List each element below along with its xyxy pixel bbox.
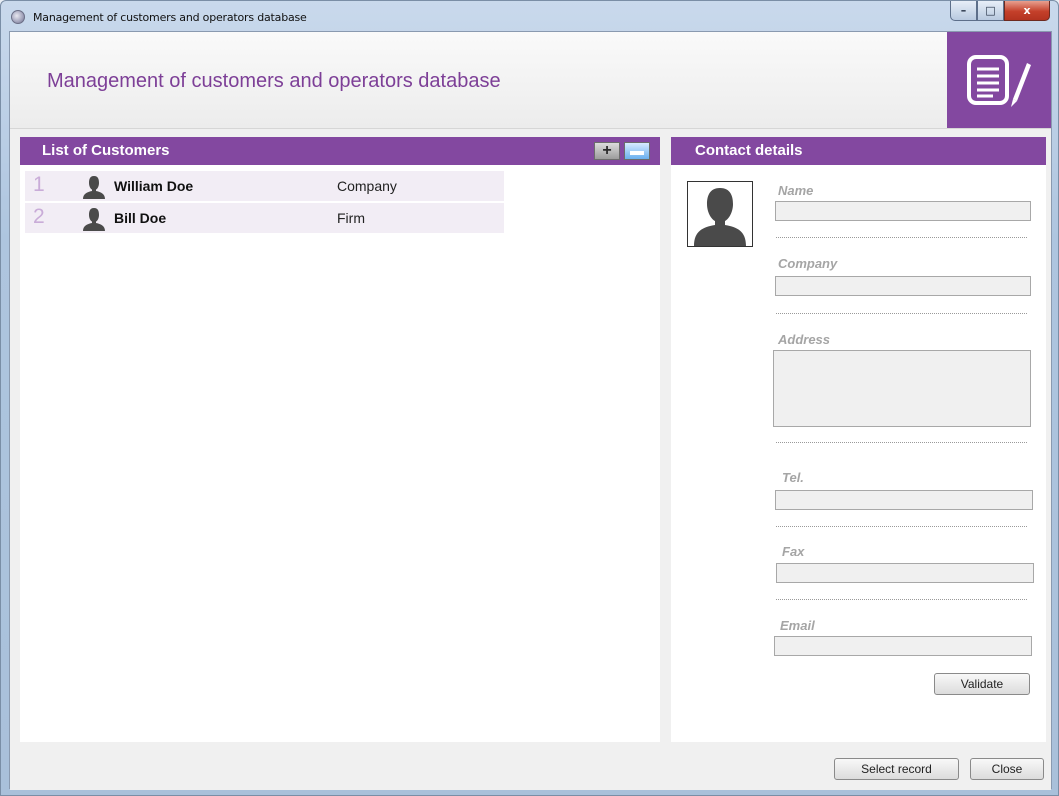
person-silhouette-icon[interactable]: [687, 181, 753, 247]
customer-name: William Doe: [114, 178, 194, 194]
customers-panel-header: List of Customers +: [20, 137, 660, 165]
page-title: Management of customers and operators da…: [47, 70, 501, 92]
remove-customer-button[interactable]: [624, 142, 650, 160]
customer-company: Company: [337, 178, 397, 194]
minus-icon: [630, 143, 644, 159]
window-controls: – □ x: [950, 1, 1050, 23]
window-title: Management of customers and operators da…: [33, 11, 307, 24]
contact-panel-header: Contact details: [671, 137, 1046, 165]
divider: [776, 237, 1027, 238]
customer-row[interactable]: 2 Bill Doe Firm: [25, 203, 504, 233]
company-field[interactable]: [775, 276, 1031, 296]
person-icon: [81, 207, 107, 236]
name-field[interactable]: [775, 201, 1031, 221]
client-area: Management of customers and operators da…: [9, 31, 1052, 790]
divider: [776, 442, 1027, 443]
divider: [776, 526, 1027, 527]
customers-panel: List of Customers + 1 William Doe Compan…: [20, 137, 660, 742]
tel-field[interactable]: [775, 490, 1033, 510]
row-number: 2: [33, 205, 45, 228]
address-label: Address: [778, 332, 831, 347]
contact-panel: Contact details Name Company Address Tel…: [671, 137, 1046, 742]
plus-icon: +: [602, 142, 612, 159]
person-icon: [81, 175, 107, 204]
company-label: Company: [778, 256, 838, 271]
validate-button[interactable]: Validate: [934, 673, 1030, 695]
page-header: Management of customers and operators da…: [10, 32, 1051, 129]
tel-label: Tel.: [782, 470, 804, 485]
name-label: Name: [778, 183, 814, 198]
fax-label: Fax: [782, 544, 805, 559]
address-field[interactable]: [773, 350, 1031, 427]
row-number: 1: [33, 173, 45, 196]
email-field[interactable]: [774, 636, 1032, 656]
customer-company: Firm: [337, 210, 365, 226]
fax-field[interactable]: [776, 563, 1034, 583]
close-button[interactable]: Close: [970, 758, 1044, 780]
app-icon: [11, 10, 25, 24]
document-edit-icon: [947, 32, 1051, 128]
select-record-button[interactable]: Select record: [834, 758, 959, 780]
maximize-button[interactable]: □: [977, 1, 1004, 21]
customers-panel-title: List of Customers: [42, 142, 170, 159]
customer-row[interactable]: 1 William Doe Company: [25, 171, 504, 201]
add-customer-button[interactable]: +: [594, 142, 620, 160]
divider: [776, 313, 1027, 314]
bottom-bar: Select record Close: [10, 742, 1051, 790]
close-window-button[interactable]: x: [1004, 1, 1050, 21]
app-window: Management of customers and operators da…: [0, 0, 1059, 796]
customer-name: Bill Doe: [114, 210, 167, 226]
minimize-button[interactable]: –: [950, 1, 977, 21]
divider: [776, 599, 1027, 600]
email-label: Email: [780, 618, 815, 633]
title-bar[interactable]: Management of customers and operators da…: [1, 1, 1058, 29]
